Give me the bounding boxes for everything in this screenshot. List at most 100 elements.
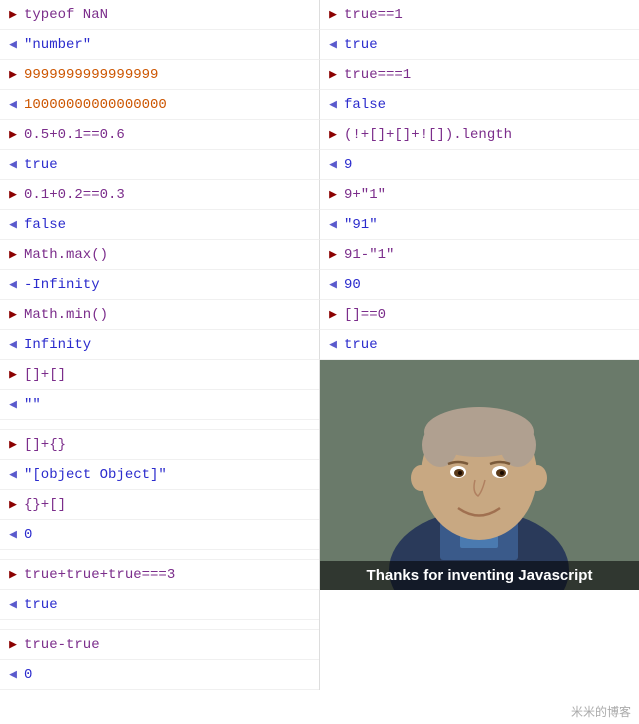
right-text-3: false [342, 97, 386, 113]
right-cell-1: ◀true [320, 30, 639, 60]
row-pair-10: ▶Math.min()▶[]==0 [0, 300, 639, 330]
right-cell-9: ◀90 [320, 270, 639, 300]
bl-text-5: {}+[] [22, 497, 66, 513]
right-arrow-0: ▶ [324, 7, 342, 22]
left-cell-2: ▶9999999999999999 [0, 60, 320, 90]
bl-arrow-9: ◀ [4, 597, 22, 612]
left-arrow-9: ◀ [4, 277, 22, 292]
right-cell-8: ▶91-"1" [320, 240, 639, 270]
left-cell-3: ◀10000000000000000 [0, 90, 320, 120]
bl-arrow-1: ◀ [4, 397, 22, 412]
left-cell-7: ◀false [0, 210, 320, 240]
left-cell-6: ▶0.1+0.2==0.3 [0, 180, 320, 210]
bl-text-8: true+true+true===3 [22, 567, 175, 583]
left-text-2: 9999999999999999 [22, 67, 158, 83]
bl-arrow-8: ▶ [4, 567, 22, 582]
right-text-0: true==1 [342, 7, 403, 23]
right-text-11: true [342, 337, 378, 353]
left-arrow-7: ◀ [4, 217, 22, 232]
right-text-10: []==0 [342, 307, 386, 323]
right-text-1: true [342, 37, 378, 53]
row-pair-0: ▶typeof NaN▶true==1 [0, 0, 639, 30]
right-arrow-7: ◀ [324, 217, 342, 232]
bl-arrow-0: ▶ [4, 367, 22, 382]
right-cell-10: ▶[]==0 [320, 300, 639, 330]
left-text-5: true [22, 157, 58, 173]
bl-text-3: []+{} [22, 437, 66, 453]
bl-text-11: true-true [22, 637, 100, 653]
bottom-left-row-5: ▶{}+[] [0, 490, 319, 520]
row-pair-2: ▶9999999999999999▶true===1 [0, 60, 639, 90]
left-cell-5: ◀true [0, 150, 320, 180]
right-arrow-9: ◀ [324, 277, 342, 292]
right-text-4: (!+[]+[]+![]).length [342, 127, 512, 143]
right-arrow-4: ▶ [324, 127, 342, 142]
row-pair-11: ◀Infinity ◀true [0, 330, 639, 360]
left-arrow-8: ▶ [4, 247, 22, 262]
bottom-left-row-0: ▶[]+[] [0, 360, 319, 390]
left-cell-8: ▶Math.max() [0, 240, 320, 270]
bl-arrow-4: ◀ [4, 467, 22, 482]
left-arrow-2: ▶ [4, 67, 22, 82]
left-cell-10: ▶Math.min() [0, 300, 320, 330]
right-text-7: "91" [342, 217, 378, 233]
row-pair-1: ◀"number"◀true [0, 30, 639, 60]
bl-arrow-5: ▶ [4, 497, 22, 512]
bottom-left-row-6: ◀0 [0, 520, 319, 550]
right-arrow-5: ◀ [324, 157, 342, 172]
image-cell: Thanks for inventing Javascript [320, 360, 639, 590]
left-arrow-6: ▶ [4, 187, 22, 202]
row-pair-4: ▶0.5+0.1==0.6▶(!+[]+[]+![]).length [0, 120, 639, 150]
bl-arrow-3: ▶ [4, 437, 22, 452]
bl-arrow-6: ◀ [4, 527, 22, 542]
bottom-section: ▶[]+[]◀""▶[]+{}◀"[object Object]"▶{}+[]◀… [0, 360, 639, 690]
bottom-left-row-11: ▶true-true [0, 630, 319, 660]
bl-arrow-11: ▶ [4, 637, 22, 652]
bottom-left-row-2 [0, 420, 319, 430]
left-text-0: typeof NaN [22, 7, 108, 23]
left-arrow-4: ▶ [4, 127, 22, 142]
left-cell-9: ◀-Infinity [0, 270, 320, 300]
right-cell-11: ◀true [320, 330, 639, 360]
bl-text-9: true [22, 597, 58, 613]
left-text-6: 0.1+0.2==0.3 [22, 187, 125, 203]
right-arrow-10: ▶ [324, 307, 342, 322]
row-pair-3: ◀10000000000000000◀false [0, 90, 639, 120]
bottom-left-row-8: ▶true+true+true===3 [0, 560, 319, 590]
left-text-11: Infinity [22, 337, 91, 353]
bl-text-1: "" [22, 397, 41, 413]
bl-text-12: 0 [22, 667, 32, 683]
row-pair-5: ◀true◀9 [0, 150, 639, 180]
left-text-10: Math.min() [22, 307, 108, 323]
right-text-8: 91-"1" [342, 247, 394, 263]
left-arrow-1: ◀ [4, 37, 22, 52]
left-cell-1: ◀"number" [0, 30, 320, 60]
right-arrow-6: ▶ [324, 187, 342, 202]
bottom-right-col: Thanks for inventing Javascript [320, 360, 639, 690]
right-arrow-2: ▶ [324, 67, 342, 82]
right-text-6: 9+"1" [342, 187, 386, 203]
left-arrow-10: ▶ [4, 307, 22, 322]
bl-text-0: []+[] [22, 367, 66, 383]
left-arrow-3: ◀ [4, 97, 22, 112]
right-arrow-3: ◀ [324, 97, 342, 112]
right-cell-3: ◀false [320, 90, 639, 120]
bl-text-6: 0 [22, 527, 32, 543]
bottom-left-row-12: ◀0 [0, 660, 319, 690]
right-cell-5: ◀9 [320, 150, 639, 180]
bottom-left-col: ▶[]+[]◀""▶[]+{}◀"[object Object]"▶{}+[]◀… [0, 360, 320, 690]
right-text-9: 90 [342, 277, 361, 293]
left-arrow-11: ◀ [4, 337, 22, 352]
row-pair-9: ◀-Infinity◀90 [0, 270, 639, 300]
right-cell-0: ▶true==1 [320, 0, 639, 30]
left-cell-4: ▶0.5+0.1==0.6 [0, 120, 320, 150]
bottom-left-row-7 [0, 550, 319, 560]
right-cell-6: ▶9+"1" [320, 180, 639, 210]
bottom-left-row-10 [0, 620, 319, 630]
left-arrow-5: ◀ [4, 157, 22, 172]
row-pair-8: ▶Math.max()▶91-"1" [0, 240, 639, 270]
left-arrow-0: ▶ [4, 7, 22, 22]
image-caption: Thanks for inventing Javascript [320, 561, 639, 590]
left-text-1: "number" [22, 37, 91, 53]
bl-text-4: "[object Object]" [22, 467, 167, 483]
